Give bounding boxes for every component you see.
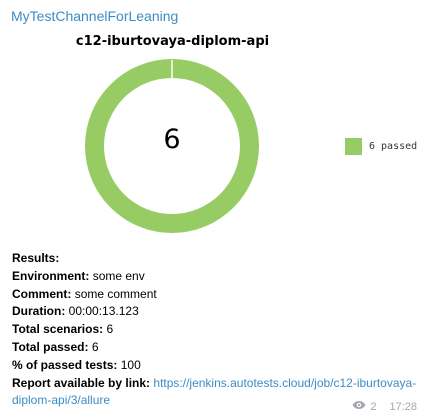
- environment-row: Environment: some env: [12, 268, 417, 286]
- donut-center-label: 6: [163, 124, 180, 155]
- channel-name[interactable]: MyTestChannelForLeaning: [11, 7, 178, 25]
- duration-value: 00:00:13.123: [68, 304, 139, 319]
- percent-passed-value: 100: [120, 357, 141, 372]
- total-scenarios-value: 6: [106, 322, 114, 337]
- comment-row: Comment: some comment: [12, 286, 417, 304]
- chart-title: c12-iburtovaya-diplom-api: [75, 34, 270, 49]
- environment-label: Environment:: [12, 268, 90, 283]
- eye-icon: [352, 400, 366, 413]
- comment-value: some comment: [74, 286, 157, 301]
- duration-row: Duration: 00:00:13.123: [12, 303, 417, 321]
- environment-value: some env: [92, 268, 145, 283]
- view-count: 2: [370, 400, 377, 413]
- report-link-label: Report available by link:: [12, 375, 151, 390]
- legend-label: 6 passed: [369, 141, 418, 152]
- percent-passed-row: % of passed tests: 100: [12, 357, 417, 375]
- comment-label: Comment:: [12, 286, 72, 301]
- total-passed-row: Total passed: 6: [12, 339, 417, 357]
- message-meta: 2 17:28: [352, 400, 417, 413]
- message-time: 17:28: [389, 400, 417, 413]
- duration-label: Duration:: [12, 304, 66, 319]
- donut-chart: 6: [85, 59, 259, 233]
- report-message: Results: Environment: some env Comment: …: [12, 250, 417, 410]
- total-passed-value: 6: [91, 339, 99, 354]
- total-scenarios-row: Total scenarios: 6: [12, 321, 417, 339]
- chart-legend: 6 passed: [345, 138, 417, 155]
- chart-image[interactable]: 6 c12-iburtovaya-diplom-api 6 passed: [0, 30, 427, 240]
- results-heading: Results:: [12, 251, 60, 265]
- legend-swatch: [345, 138, 362, 155]
- percent-passed-label: % of passed tests:: [12, 357, 118, 372]
- total-passed-label: Total passed:: [12, 339, 89, 354]
- total-scenarios-label: Total scenarios:: [12, 322, 104, 337]
